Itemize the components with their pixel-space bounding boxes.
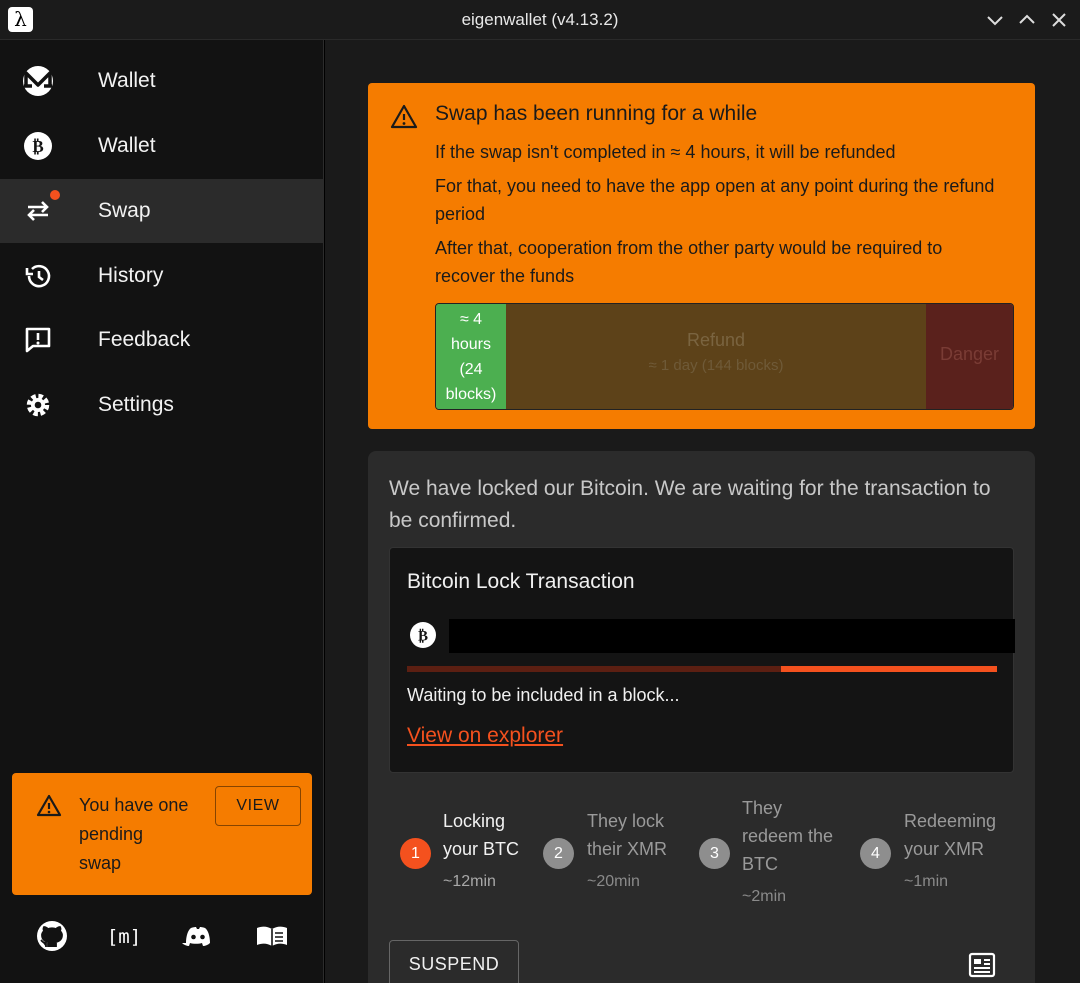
sidebar-item-swap[interactable]: Swap bbox=[0, 179, 324, 243]
matrix-icon[interactable]: [m] bbox=[106, 918, 142, 954]
alert-line-cooperation: After that, cooperation from the other p… bbox=[435, 238, 943, 286]
tx-progress-bar bbox=[407, 666, 997, 672]
docs-book-icon[interactable] bbox=[254, 918, 290, 954]
sidebar-item-settings[interactable]: Settings bbox=[0, 373, 324, 437]
svg-text:₿: ₿ bbox=[418, 627, 428, 645]
github-icon[interactable] bbox=[34, 918, 70, 954]
step-1-label: Locking your BTC bbox=[443, 811, 520, 859]
step-4-time: ~1min bbox=[904, 873, 949, 890]
monero-icon bbox=[22, 65, 54, 97]
tx-progress-fill bbox=[781, 666, 997, 672]
minimize-button[interactable] bbox=[983, 8, 1007, 32]
long-running-swap-alert: Swap has been running for a while If the… bbox=[368, 83, 1035, 429]
sidebar-item-label: History bbox=[98, 264, 164, 287]
refund-timeline: ≈ 4 hours (24 blocks) Refund ≈ 1 day (14… bbox=[435, 303, 1014, 410]
sidebar-item-monero-wallet[interactable]: Wallet bbox=[0, 49, 324, 113]
sidebar: Wallet ₿ Wallet Swap History Feedback Se… bbox=[0, 40, 324, 983]
sidebar-item-label: Feedback bbox=[98, 328, 191, 351]
swap-status-message: We have locked our Bitcoin. We are waiti… bbox=[389, 477, 991, 532]
alert-line-refund-time: If the swap isn't completed in ≈ 4 hours… bbox=[435, 142, 896, 162]
history-icon bbox=[22, 260, 54, 292]
step-3-label: They redeem the BTC bbox=[742, 798, 834, 874]
step-4-label: Redeeming your XMR bbox=[904, 811, 997, 859]
notification-dot bbox=[50, 190, 60, 200]
swap-status-card: We have locked our Bitcoin. We are waiti… bbox=[368, 451, 1035, 983]
step-3-indicator: 3 bbox=[699, 838, 730, 869]
timeline-refund-segment: Refund ≈ 1 day (144 blocks) bbox=[506, 304, 926, 409]
chevron-down-icon bbox=[987, 16, 1003, 26]
sidebar-item-bitcoin-wallet[interactable]: ₿ Wallet bbox=[0, 114, 324, 178]
pending-swap-banner: You have one pending swap VIEW bbox=[12, 773, 312, 895]
sidebar-item-label: Wallet bbox=[98, 134, 156, 157]
gear-icon bbox=[22, 389, 54, 421]
close-button[interactable] bbox=[1047, 8, 1071, 32]
suspend-button[interactable]: SUSPEND bbox=[389, 940, 519, 983]
svg-text:[m]: [m] bbox=[107, 926, 141, 948]
sidebar-item-label: Settings bbox=[98, 393, 174, 416]
bitcoin-icon: ₿ bbox=[409, 621, 437, 649]
window-title: eigenwallet (v4.13.2) bbox=[461, 10, 619, 29]
chevron-up-icon bbox=[1019, 14, 1035, 24]
timeline-remaining-segment: ≈ 4 hours (24 blocks) bbox=[436, 304, 506, 409]
step-4-indicator: 4 bbox=[860, 838, 891, 869]
close-icon bbox=[1052, 13, 1066, 27]
alert-line-app-open: For that, you need to have the app open … bbox=[435, 176, 995, 224]
discord-icon[interactable] bbox=[180, 918, 216, 954]
swap-arrows-icon bbox=[22, 195, 54, 227]
step-3-time: ~2min bbox=[742, 888, 787, 905]
sidebar-item-label: Swap bbox=[98, 199, 151, 222]
step-2-label: They lock their XMR bbox=[587, 811, 668, 859]
step-1-time: ~12min bbox=[443, 873, 496, 890]
tx-status-text: Waiting to be included in a block... bbox=[407, 685, 680, 705]
step-1-indicator: 1 bbox=[400, 838, 431, 869]
sidebar-item-feedback[interactable]: Feedback bbox=[0, 308, 324, 372]
view-on-explorer-link[interactable]: View on explorer bbox=[407, 724, 563, 748]
timeline-danger-segment: Danger bbox=[926, 304, 1013, 409]
tx-hash-redacted bbox=[449, 619, 1015, 653]
bitcoin-lock-transaction-panel: Bitcoin Lock Transaction ₿ Waiting to be… bbox=[389, 547, 1015, 773]
title-bar: λ eigenwallet (v4.13.2) bbox=[0, 0, 1080, 40]
sidebar-item-history[interactable]: History bbox=[0, 244, 324, 308]
logs-icon[interactable] bbox=[967, 950, 997, 980]
warning-icon bbox=[36, 793, 62, 819]
alert-title: Swap has been running for a while bbox=[435, 102, 758, 125]
step-2-indicator: 2 bbox=[543, 838, 574, 869]
tx-title: Bitcoin Lock Transaction bbox=[407, 570, 635, 593]
feedback-icon bbox=[22, 324, 54, 356]
warning-icon bbox=[390, 103, 418, 131]
sidebar-item-label: Wallet bbox=[98, 69, 156, 92]
view-pending-swap-button[interactable]: VIEW bbox=[215, 786, 301, 826]
pending-swap-text: You have one pending swap bbox=[79, 795, 189, 873]
svg-text:₿: ₿ bbox=[32, 137, 43, 157]
main-content: Swap has been running for a while If the… bbox=[325, 40, 1080, 983]
bitcoin-icon: ₿ bbox=[22, 130, 54, 162]
step-2-time: ~20min bbox=[587, 873, 640, 890]
maximize-button[interactable] bbox=[1015, 8, 1039, 32]
